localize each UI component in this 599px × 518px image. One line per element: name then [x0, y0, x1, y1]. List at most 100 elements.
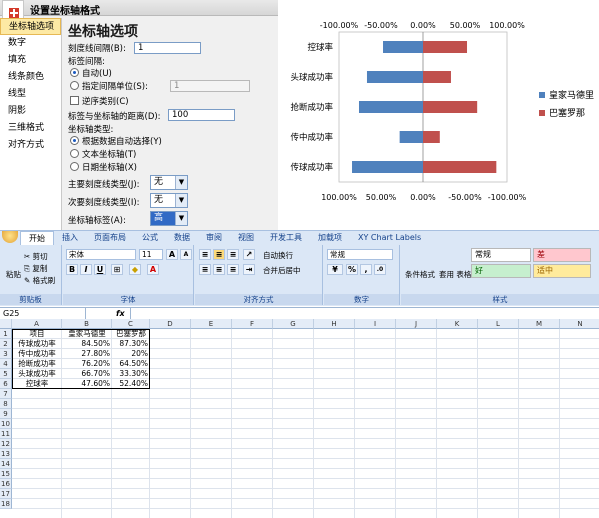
column-header[interactable]: I [355, 319, 396, 329]
ribbon-tab[interactable]: XY Chart Labels [350, 231, 429, 245]
fill-color-icon[interactable]: ◆ [129, 264, 141, 275]
dialog-category-item[interactable]: 阴影 [0, 103, 61, 120]
column-header[interactable]: K [437, 319, 478, 329]
select-all-corner[interactable] [0, 319, 12, 329]
row-header[interactable]: 13 [0, 449, 12, 459]
row-header[interactable]: 8 [0, 399, 12, 409]
underline-button[interactable]: U [94, 264, 106, 275]
row-header[interactable]: 3 [0, 349, 12, 359]
ribbon-tab[interactable]: 页面布局 [86, 231, 134, 245]
row-header[interactable]: 2 [0, 339, 12, 349]
style-good[interactable]: 好 [471, 264, 531, 278]
align-bottom-icon[interactable]: ≡ [227, 249, 239, 260]
row-header[interactable]: 6 [0, 379, 12, 389]
dialog-category-item[interactable]: 坐标轴选项 [0, 18, 61, 35]
font-color-icon[interactable]: A [147, 264, 159, 275]
row-header[interactable]: 4 [0, 359, 12, 369]
style-normal[interactable]: 常规 [471, 248, 531, 262]
ribbon-tab[interactable]: 开发工具 [262, 231, 310, 245]
align-middle-icon[interactable]: ≡ [213, 249, 225, 260]
decimal-icon[interactable]: .0 [374, 264, 386, 275]
worksheet-grid[interactable]: A B C D E F G H I J K L M N 1 2 3 4 5 6 7 8 9 10 11 12 13 14 15 16 17 1… [0, 319, 599, 518]
column-header[interactable]: N [560, 319, 599, 329]
row-header[interactable]: 10 [0, 419, 12, 429]
align-top-icon[interactable]: ≡ [199, 249, 211, 260]
ribbon-tab[interactable]: 加载项 [310, 231, 350, 245]
row-header[interactable]: 7 [0, 389, 12, 399]
align-right-icon[interactable]: ≡ [227, 264, 239, 275]
column-header[interactable]: A [12, 319, 62, 329]
ribbon-tab[interactable]: 数据 [166, 231, 198, 245]
column-header[interactable]: J [396, 319, 437, 329]
axis-type-auto-radio[interactable]: 根据数据自动选择(Y) [70, 135, 162, 147]
dialog-category-item[interactable]: 对齐方式 [0, 137, 61, 154]
minor-tick-select[interactable]: 无 ▼ [150, 193, 188, 208]
indent-icon[interactable]: ⇥ [243, 264, 255, 275]
cut-button[interactable]: ✂ 剪切 [24, 251, 48, 262]
column-header[interactable]: D [150, 319, 191, 329]
major-tick-select[interactable]: 无 ▼ [150, 175, 188, 190]
specify-interval-input[interactable]: 1 [170, 80, 250, 92]
copy-button[interactable]: ⎘ 复制 [24, 263, 47, 274]
style-bad[interactable]: 差 [533, 248, 591, 262]
column-header[interactable]: H [314, 319, 355, 329]
currency-icon[interactable]: ¥ [327, 264, 343, 275]
grow-font-icon[interactable]: A [166, 249, 178, 260]
tick-interval-input[interactable]: 1 [134, 42, 201, 54]
row-header[interactable]: 9 [0, 409, 12, 419]
column-header[interactable]: E [191, 319, 232, 329]
comma-icon[interactable]: , [360, 264, 372, 275]
label-distance-input[interactable]: 100 [168, 109, 235, 121]
italic-button[interactable]: I [80, 264, 92, 275]
butterfly-bar-chart[interactable]: -100.00% -50.00% 0.00% 50.00% 100.00% 100.00%… [279, 0, 599, 215]
column-header[interactable]: L [478, 319, 519, 329]
row-header[interactable]: 5 [0, 369, 12, 379]
format-painter-button[interactable]: ✎ 格式刷 [24, 275, 55, 286]
row-header[interactable]: 18 [0, 499, 12, 509]
ribbon-tab[interactable]: 公式 [134, 231, 166, 245]
conditional-format-button[interactable]: 条件格式 [405, 269, 435, 280]
paste-button[interactable]: 粘贴 [6, 269, 21, 280]
align-center-icon[interactable]: ≡ [213, 264, 225, 275]
merge-center-button[interactable]: 合并后居中 [263, 265, 301, 276]
bold-button[interactable]: B [66, 264, 78, 275]
align-left-icon[interactable]: ≡ [199, 264, 211, 275]
dialog-category-item[interactable]: 填充 [0, 52, 61, 69]
column-header[interactable]: C [112, 319, 150, 329]
insert-function-icon[interactable]: fx [116, 309, 125, 318]
style-neutral[interactable]: 适中 [533, 264, 591, 278]
row-header[interactable]: 16 [0, 479, 12, 489]
dialog-category-item[interactable]: 线型 [0, 86, 61, 103]
shrink-font-icon[interactable]: A [180, 249, 192, 260]
number-format-select[interactable]: 常规 [327, 249, 393, 260]
border-icon[interactable]: ⊞ [111, 264, 123, 275]
row-header[interactable]: 17 [0, 489, 12, 499]
percent-icon[interactable]: % [346, 264, 358, 275]
font-size-select[interactable]: 11 [139, 249, 163, 260]
auto-radio[interactable]: 自动(U) [70, 67, 112, 79]
wrap-text-button[interactable]: 自动换行 [263, 250, 293, 261]
office-button-icon[interactable] [2, 231, 18, 243]
ribbon-tab[interactable]: 开始 [20, 231, 54, 245]
axis-type-date-radio[interactable]: 日期坐标轴(X) [70, 161, 137, 173]
orientation-icon[interactable]: ↗ [243, 249, 255, 260]
dialog-category-item[interactable]: 三维格式 [0, 120, 61, 137]
row-header[interactable]: 1 [0, 329, 12, 339]
ribbon-tab[interactable]: 插入 [54, 231, 86, 245]
axis-type-text-radio[interactable]: 文本坐标轴(T) [70, 148, 136, 160]
row-header[interactable]: 12 [0, 439, 12, 449]
column-header[interactable]: B [62, 319, 112, 329]
column-header[interactable]: M [519, 319, 560, 329]
dialog-category-item[interactable]: 数字 [0, 35, 61, 52]
font-name-select[interactable]: 宋体 [66, 249, 136, 260]
column-header[interactable]: F [232, 319, 273, 329]
column-header[interactable]: G [273, 319, 314, 329]
ribbon-tab[interactable]: 审阅 [198, 231, 230, 245]
row-header[interactable]: 14 [0, 459, 12, 469]
ribbon-tab[interactable]: 视图 [230, 231, 262, 245]
row-header[interactable]: 11 [0, 429, 12, 439]
specify-interval-radio[interactable]: 指定间隔单位(S): [70, 80, 148, 92]
reverse-order-checkbox[interactable]: 逆序类别(C) [70, 95, 129, 107]
axis-label-select[interactable]: 高 ▼ [150, 211, 188, 226]
dialog-category-item[interactable]: 线条颜色 [0, 69, 61, 86]
